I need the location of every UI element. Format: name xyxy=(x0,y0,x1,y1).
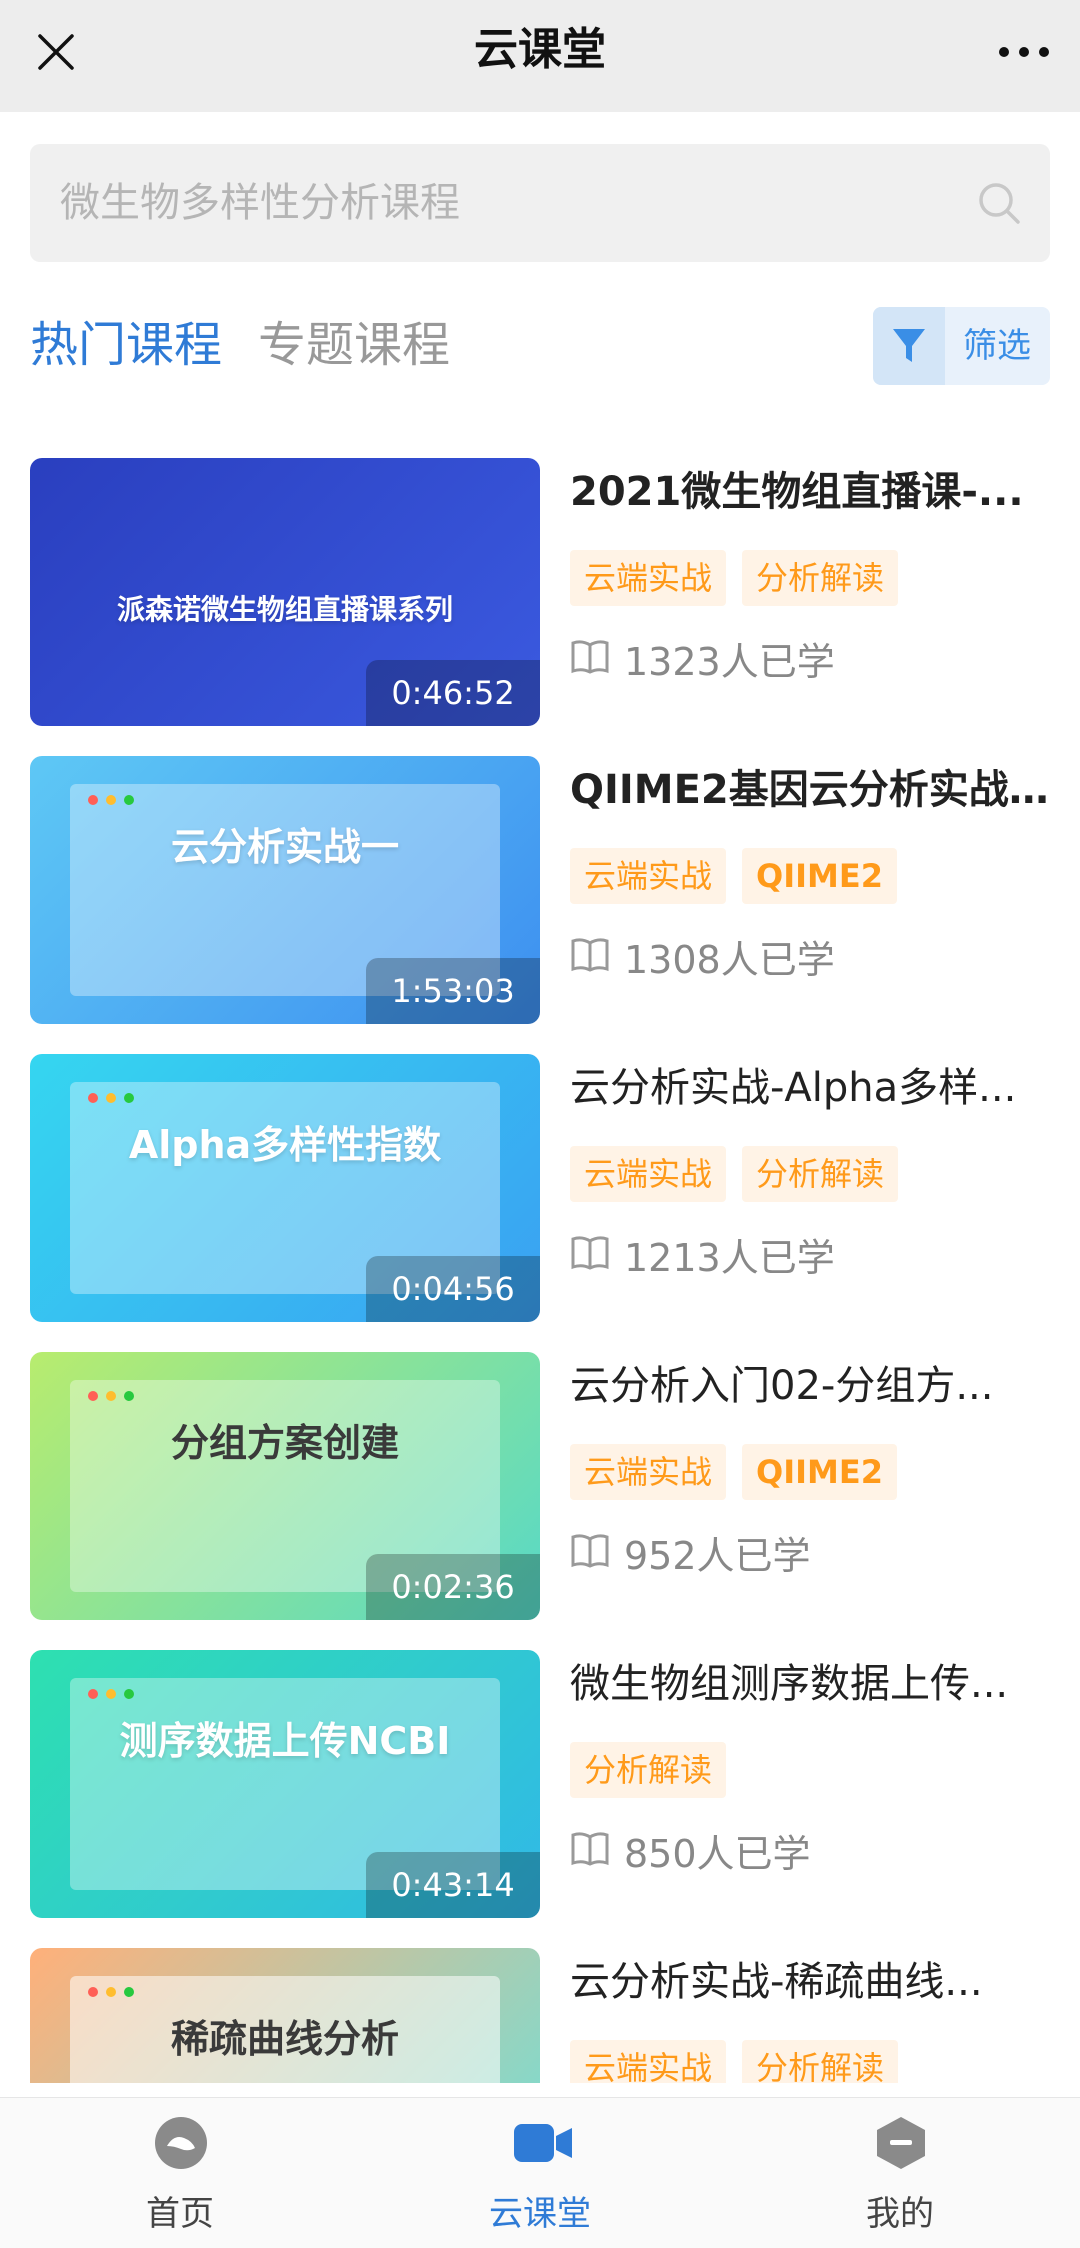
book-icon xyxy=(570,634,610,690)
thumbnail-text: 云分析实战一 xyxy=(170,825,399,869)
course-title[interactable]: 微生物组测序数据上传... xyxy=(570,1656,1050,1712)
course-tags: 分析解读 xyxy=(570,1742,742,1798)
book-icon xyxy=(570,1528,610,1584)
top-bar: 云课堂 xyxy=(0,0,1080,112)
page-title: 云课堂 xyxy=(474,24,606,75)
tag: 云端实战 xyxy=(570,1146,727,1202)
course-item[interactable]: 派森诺微生物组直播课系列 0:46:52 2021微生物组直播课-... 云端实… xyxy=(0,458,1080,726)
course-thumbnail[interactable]: 云分析实战一 1:53:03 xyxy=(30,756,540,1024)
window-dots xyxy=(88,1088,142,1107)
learner-count-text: 850人已学 xyxy=(624,1832,811,1876)
course-item[interactable]: Alpha多样性指数 0:04:56 云分析实战-Alpha多样... 云端实战… xyxy=(0,1054,1080,1322)
course-item[interactable]: 稀疏曲线分析 云分析实战-稀疏曲线... 云端实战 分析解读 xyxy=(0,1948,1080,2083)
course-thumbnail[interactable]: 派森诺微生物组直播课系列 0:46:52 xyxy=(30,458,540,726)
learner-count: 1323人已学 xyxy=(570,634,835,690)
video-icon xyxy=(514,2116,572,2170)
duration-badge: 0:46:52 xyxy=(366,660,540,726)
learner-count: 952人已学 xyxy=(570,1528,811,1584)
tag: QIIME2 xyxy=(742,848,897,904)
course-title[interactable]: 2021微生物组直播课-... xyxy=(570,464,1050,520)
course-title[interactable]: QIIME2基因云分析实战... xyxy=(570,762,1050,818)
duration-badge: 1:53:03 xyxy=(366,958,540,1024)
filter-button[interactable]: 筛选 xyxy=(873,307,1050,385)
course-item[interactable]: 测序数据上传NCBI 0:43:14 微生物组测序数据上传... 分析解读 85… xyxy=(0,1650,1080,1918)
course-item[interactable]: 云分析实战一 1:53:03 QIIME2基因云分析实战... 云端实战 QIIM… xyxy=(0,756,1080,1024)
tag: 云端实战 xyxy=(570,1444,727,1500)
course-info: 2021微生物组直播课-... 云端实战 分析解读 1323人已学 xyxy=(570,458,1050,726)
course-title[interactable]: 云分析实战-稀疏曲线... xyxy=(570,1954,1050,2010)
tag: QIIME2 xyxy=(742,1444,897,1500)
course-item[interactable]: 分组方案创建 0:02:36 云分析入门02-分组方... 云端实战 QIIME2… xyxy=(0,1352,1080,1620)
course-thumbnail[interactable]: 测序数据上传NCBI 0:43:14 xyxy=(30,1650,540,1918)
thumbnail-text: 测序数据上传NCBI xyxy=(119,1719,451,1763)
course-tags: 云端实战 分析解读 xyxy=(570,1146,914,1202)
tag: 分析解读 xyxy=(742,550,899,606)
thumbnail-text: 稀疏曲线分析 xyxy=(170,2017,399,2061)
course-thumbnail[interactable]: Alpha多样性指数 0:04:56 xyxy=(30,1054,540,1322)
bottom-nav: 首页 云课堂 我的 xyxy=(0,2097,1080,2248)
course-tags: 云端实战 分析解读 xyxy=(570,550,914,606)
course-info: 微生物组测序数据上传... 分析解读 850人已学 xyxy=(570,1650,1050,1918)
course-info: 云分析入门02-分组方... 云端实战 QIIME2 952人已学 xyxy=(570,1352,1050,1620)
course-title[interactable]: 云分析入门02-分组方... xyxy=(570,1358,1050,1414)
window-dots xyxy=(88,1684,142,1703)
course-thumbnail[interactable]: 分组方案创建 0:02:36 xyxy=(30,1352,540,1620)
tab-hot-courses[interactable]: 热门课程 xyxy=(30,310,222,380)
window-dots xyxy=(88,1386,142,1405)
nav-profile[interactable]: 我的 xyxy=(720,2098,1080,2248)
thumbnail-text: Alpha多样性指数 xyxy=(128,1123,442,1167)
course-thumbnail[interactable]: 稀疏曲线分析 xyxy=(30,1948,540,2083)
filter-label: 筛选 xyxy=(963,326,1031,366)
duration-badge: 0:02:36 xyxy=(366,1554,540,1620)
filter-icon xyxy=(873,307,945,385)
course-info: 云分析实战-稀疏曲线... 云端实战 分析解读 xyxy=(570,1948,1050,2083)
search-icon[interactable] xyxy=(976,180,1022,226)
course-info: QIIME2基因云分析实战... 云端实战 QIIME2 1308人已学 xyxy=(570,756,1050,1024)
duration-badge: 0:04:56 xyxy=(366,1256,540,1322)
tag: 云端实战 xyxy=(570,848,727,904)
learner-count: 1213人已学 xyxy=(570,1230,835,1286)
course-title[interactable]: 云分析实战-Alpha多样... xyxy=(570,1060,1050,1116)
book-icon xyxy=(570,1826,610,1882)
learner-count-text: 952人已学 xyxy=(624,1534,811,1578)
learner-count-text: 1213人已学 xyxy=(624,1236,835,1280)
book-icon xyxy=(570,932,610,988)
tag: 分析解读 xyxy=(742,1146,899,1202)
nav-home[interactable]: 首页 xyxy=(0,2098,360,2248)
nav-home-label: 首页 xyxy=(146,2194,214,2234)
learner-count: 850人已学 xyxy=(570,1826,811,1882)
learner-count: 1308人已学 xyxy=(570,932,835,988)
course-info: 云分析实战-Alpha多样... 云端实战 分析解读 1213人已学 xyxy=(570,1054,1050,1322)
tab-topic-courses[interactable]: 专题课程 xyxy=(258,310,450,380)
window-dots xyxy=(88,1982,142,2001)
learner-count-text: 1323人已学 xyxy=(624,640,835,684)
tag: 分析解读 xyxy=(570,1742,727,1798)
profile-icon xyxy=(874,2116,928,2170)
search-input[interactable]: 微生物多样性分析课程 xyxy=(60,144,460,262)
book-icon xyxy=(570,1230,610,1286)
tag: 分析解读 xyxy=(742,2040,899,2083)
thumbnail-text: 分组方案创建 xyxy=(170,1421,399,1465)
course-list: 派森诺微生物组直播课系列 0:46:52 2021微生物组直播课-... 云端实… xyxy=(0,458,1080,2083)
learner-count-text: 1308人已学 xyxy=(624,938,835,982)
nav-cloud-class[interactable]: 云课堂 xyxy=(360,2098,720,2248)
nav-profile-label: 我的 xyxy=(866,2194,934,2234)
search-bar[interactable]: 微生物多样性分析课程 xyxy=(30,144,1050,262)
window-dots xyxy=(88,790,142,809)
home-icon xyxy=(154,2116,208,2170)
thumbnail-text: 派森诺微生物组直播课系列 xyxy=(116,593,453,626)
nav-cloud-class-label: 云课堂 xyxy=(489,2194,591,2234)
tag: 云端实战 xyxy=(570,550,727,606)
duration-badge: 0:43:14 xyxy=(366,1852,540,1918)
course-tags: 云端实战 QIIME2 xyxy=(570,848,913,904)
course-tags: 云端实战 QIIME2 xyxy=(570,1444,913,1500)
course-tags: 云端实战 分析解读 xyxy=(570,2040,914,2083)
tag: 云端实战 xyxy=(570,2040,727,2083)
more-icon[interactable] xyxy=(994,22,1054,82)
